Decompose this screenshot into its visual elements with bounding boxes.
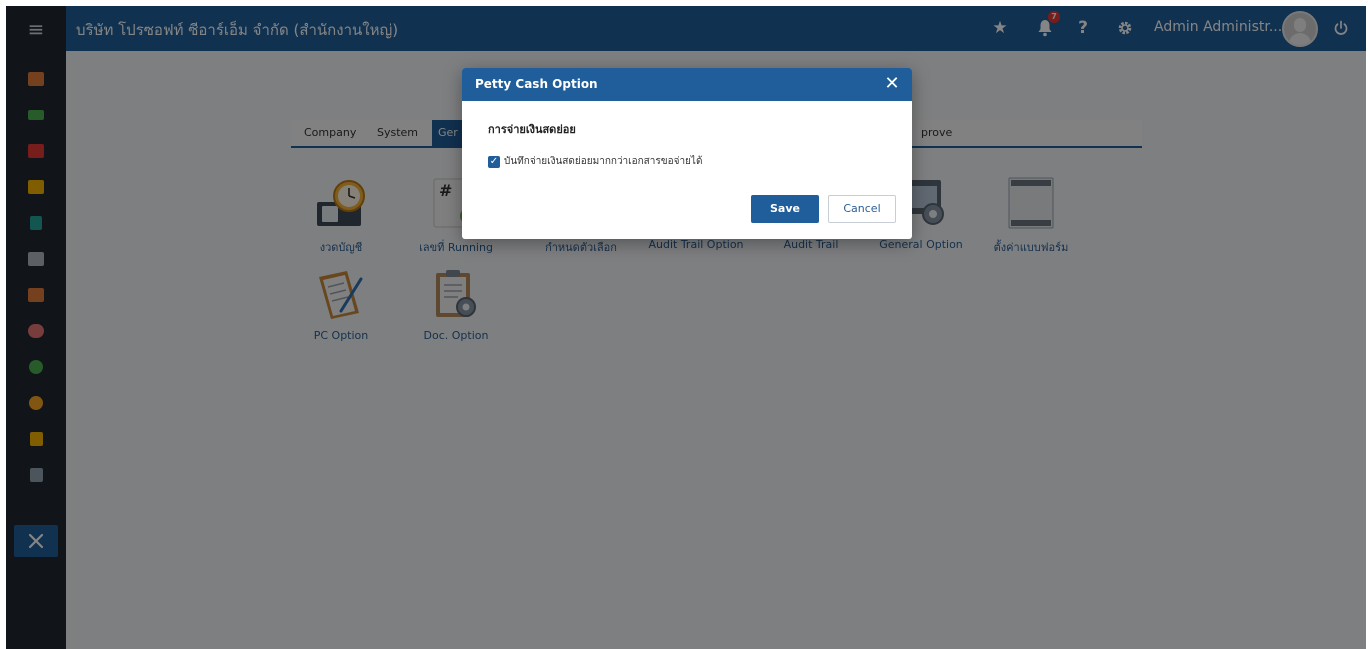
app-window: ≡ บริษัท โปรซอฟท์ ซีอาร์เอ็ม จำกัด (สำนั…: [6, 6, 1366, 649]
petty-cash-option-dialog: Petty Cash Option ✕ การจ่ายเงินสดย่อย ✓ …: [462, 68, 912, 239]
dialog-header: Petty Cash Option ✕: [462, 68, 912, 101]
allow-over-request-checkbox[interactable]: ✓: [488, 156, 500, 168]
save-button[interactable]: Save: [751, 195, 819, 223]
section-title: การจ่ายเงินสดย่อย: [488, 123, 576, 136]
cancel-button[interactable]: Cancel: [828, 195, 896, 223]
dialog-title: Petty Cash Option: [475, 77, 598, 91]
checkbox-label[interactable]: บันทึกจ่ายเงินสดย่อยมากกว่าเอกสารขอจ่ายไ…: [504, 154, 702, 169]
close-icon[interactable]: ✕: [881, 73, 903, 95]
